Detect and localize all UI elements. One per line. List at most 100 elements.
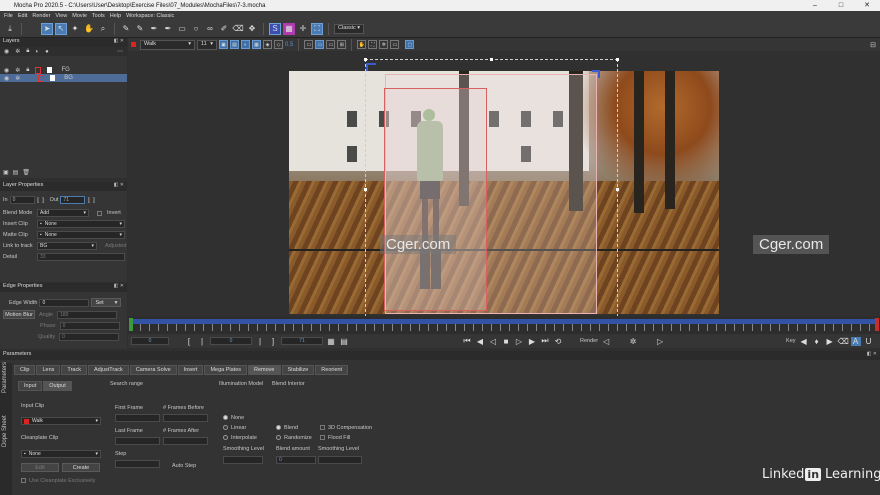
illum-interpolate-radio[interactable]: Interpolate [223, 435, 257, 441]
render-backward-icon[interactable]: ◁ [601, 337, 611, 346]
phase-field[interactable]: 0 [59, 322, 120, 330]
quality-field[interactable]: 0 [59, 333, 120, 341]
gear-icon[interactable]: ✲ [15, 75, 20, 82]
use-cleanplate-option[interactable]: Use Cleanplate Exclusively [21, 478, 95, 484]
in-point-field[interactable]: 0 [9, 196, 35, 204]
surface-corner-marker[interactable] [592, 70, 600, 78]
unlock-key-icon[interactable]: U [864, 337, 874, 346]
3d-compensation-option[interactable]: 3D Compensation [320, 425, 372, 431]
edge-handle[interactable] [364, 188, 367, 191]
view-alpha-icon[interactable]: ▤ [230, 40, 239, 49]
first-frame-field[interactable] [115, 414, 160, 422]
tab-adjusttrack[interactable]: AdjustTrack [87, 365, 129, 375]
panel-close-icon[interactable]: ◧ ✕ [114, 283, 124, 289]
illum-none-radio[interactable]: None [223, 415, 244, 421]
layer-row[interactable]: ◉ ✲ 🔒︎ FG [0, 66, 127, 74]
color-icon[interactable]: ◐ [35, 49, 39, 55]
xspline-tool-icon[interactable]: ✎ [120, 23, 132, 35]
edit-button[interactable]: Edit [21, 463, 59, 472]
set-out-point-icon[interactable]: ] [268, 337, 278, 346]
layer-row-selected[interactable]: ◉ ✲ BG [0, 74, 127, 82]
viewer-options-icon[interactable]: ⊟ [870, 41, 876, 49]
menu-render[interactable]: Render [32, 13, 50, 19]
eye-icon[interactable]: ◉ [4, 75, 9, 82]
frames-before-field[interactable] [163, 414, 208, 422]
blend-smoothing-field[interactable] [318, 456, 362, 464]
auto-step-option[interactable]: Auto Step [172, 463, 196, 469]
tab-lens[interactable]: Lens [36, 365, 61, 375]
tab-camera-solve[interactable]: Camera Solve [129, 365, 177, 375]
align-tool-icon[interactable]: ⛶ [311, 22, 323, 35]
input-clip-dropdown[interactable]: Walk ▾ [21, 417, 101, 425]
detail-field[interactable]: 33 [37, 253, 125, 261]
frames-after-field[interactable] [163, 437, 208, 445]
tab-clip[interactable]: Clip [14, 365, 36, 375]
surface-tool-icon[interactable]: S [269, 22, 281, 35]
set-in-icon[interactable]: ⟦ [37, 197, 40, 204]
select-tool-icon[interactable]: ➤ [41, 22, 53, 35]
move-tool-icon[interactable]: ✥ [246, 23, 258, 35]
hand-icon[interactable]: ✋ [357, 40, 367, 49]
keyframe-table-icon[interactable]: ▦ [326, 337, 336, 346]
flood-fill-option[interactable]: Flood Fill [320, 435, 350, 441]
delete-key-icon[interactable]: ⌫ [838, 337, 849, 346]
menu-help[interactable]: Help [110, 13, 121, 19]
dope-sheet-side-tab[interactable]: Dope Sheet [2, 415, 8, 447]
menu-movie[interactable]: Movie [72, 13, 87, 19]
gear-icon[interactable]: ✲ [15, 67, 20, 74]
clear-in-icon[interactable]: ⟧ [42, 197, 45, 204]
invert-checkbox[interactable] [97, 210, 102, 216]
tab-stabilize[interactable]: Stabilize [281, 365, 315, 375]
gear-icon[interactable]: ✲ [15, 48, 20, 55]
zoom-dropdown[interactable]: 11 ▾ [197, 39, 217, 50]
randomize-radio[interactable]: Randomize [276, 435, 312, 441]
circle-tool-icon[interactable]: ○ [190, 23, 202, 35]
select-points-icon[interactable]: ↖ [55, 22, 67, 35]
next-key-icon[interactable]: ▶ [825, 337, 835, 346]
blend-mode-dropdown[interactable]: Add ▾ [37, 209, 89, 217]
angle-field[interactable]: 180 [57, 310, 118, 319]
out-point-marker[interactable] [875, 318, 879, 331]
magic-wand-icon[interactable]: ✦ [69, 23, 81, 35]
menu-edit[interactable]: Edit [18, 13, 27, 19]
edge-handle[interactable] [616, 188, 619, 191]
play-forward-icon[interactable]: ▷ [514, 337, 524, 346]
layer-color-swatch[interactable] [38, 74, 45, 82]
auto-key-icon[interactable]: A [850, 336, 861, 346]
tab-mega-plates[interactable]: Mega Plates [204, 365, 248, 375]
current-frame-field[interactable]: 0 [210, 337, 252, 345]
pan-hand-icon[interactable]: ✋ [83, 23, 95, 35]
fit-view-icon[interactable]: ⛶ [368, 40, 378, 49]
motion-blur-button[interactable]: Motion Blur [3, 310, 35, 319]
stop-icon[interactable]: ■ [501, 337, 511, 346]
blend-radio[interactable]: Blend [276, 425, 298, 431]
eye-icon[interactable]: ◉ [4, 67, 9, 74]
loop-icon[interactable]: ⟲ [553, 337, 563, 346]
minimize-icon[interactable]: – [802, 0, 828, 11]
layer-options-icon[interactable]: ⋯ [117, 48, 123, 55]
playhead-marker[interactable] [129, 318, 133, 331]
illum-smoothing-field[interactable] [223, 456, 263, 464]
grid-view-icon[interactable]: ▭ [304, 40, 314, 49]
panel-close-icon[interactable]: ◧ ✕ [114, 182, 124, 188]
close-icon[interactable]: ✕ [854, 0, 880, 11]
end-frame-field[interactable]: 71 [281, 337, 323, 345]
tab-track[interactable]: Track [61, 365, 87, 375]
step-field[interactable] [115, 460, 160, 468]
brush-tool-icon[interactable]: ✐ [218, 23, 230, 35]
proxy-icon[interactable]: ▢ [405, 40, 415, 49]
edge-width-field[interactable]: 0 [39, 298, 90, 307]
zoom-icon[interactable]: ⌕ [97, 23, 109, 35]
illum-linear-radio[interactable]: Linear [223, 425, 246, 431]
link-to-track-dropdown[interactable]: BG ▾ [37, 242, 97, 250]
delete-layer-icon[interactable]: 🗑︎ [22, 169, 30, 176]
clip-dropdown[interactable]: Walk ▾ [140, 39, 195, 50]
maximize-icon[interactable]: □ [828, 0, 854, 11]
overlay-icon[interactable]: ▦ [252, 40, 261, 49]
lock-icon[interactable]: 🔒︎ [26, 48, 29, 55]
create-button[interactable]: Create [62, 463, 100, 472]
tab-input[interactable]: Input [18, 381, 43, 391]
go-to-start-icon[interactable]: ⏮ [462, 336, 472, 346]
surface-view-icon[interactable]: ▭ [326, 40, 336, 49]
insert-clip-dropdown[interactable]: ▪ None ▾ [37, 220, 125, 228]
